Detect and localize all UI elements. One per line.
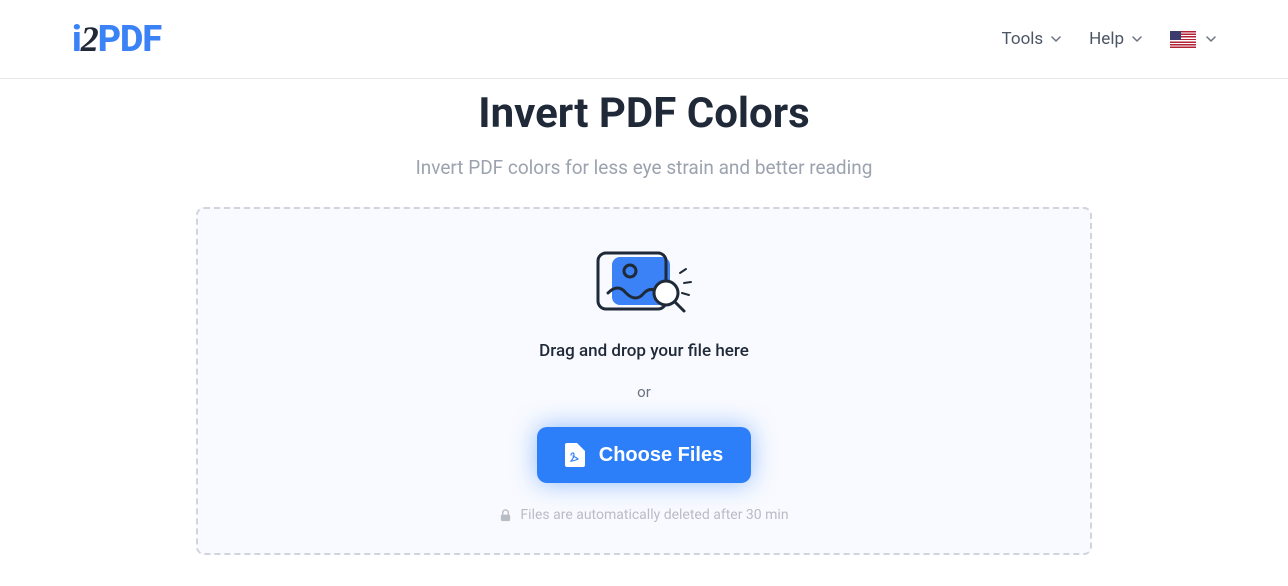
main: Invert PDF Colors Invert PDF colors for … [0, 89, 1288, 555]
chevron-down-icon [1132, 34, 1142, 44]
nav-help-label: Help [1089, 29, 1124, 49]
logo-i: i [72, 18, 81, 60]
logo-2: 2 [81, 18, 98, 60]
nav-help[interactable]: Help [1089, 29, 1142, 49]
dropzone-text: Drag and drop your file here [218, 341, 1070, 361]
chevron-down-icon [1051, 34, 1061, 44]
page-title: Invert PDF Colors [0, 89, 1288, 138]
image-search-icon [594, 249, 694, 319]
logo[interactable]: i2PDF [72, 18, 161, 60]
nav-tools[interactable]: Tools [1002, 29, 1062, 49]
language-selector[interactable] [1170, 31, 1216, 48]
delete-note-text: Files are automatically deleted after 30… [520, 507, 788, 523]
us-flag-icon [1170, 31, 1196, 48]
nav-tools-label: Tools [1002, 29, 1044, 49]
logo-pdf: PDF [98, 18, 161, 60]
file-dropzone[interactable]: Drag and drop your file here or Choose F… [196, 207, 1092, 555]
file-icon [565, 443, 585, 467]
page-subtitle: Invert PDF colors for less eye strain an… [0, 156, 1288, 179]
chevron-down-icon [1206, 34, 1216, 44]
lock-icon [499, 509, 512, 522]
choose-files-label: Choose Files [599, 444, 723, 467]
header: i2PDF Tools Help [0, 0, 1288, 79]
delete-note: Files are automatically deleted after 30… [218, 507, 1070, 523]
nav: Tools Help [1002, 29, 1216, 49]
choose-files-button[interactable]: Choose Files [537, 427, 751, 483]
dropzone-or: or [218, 383, 1070, 401]
